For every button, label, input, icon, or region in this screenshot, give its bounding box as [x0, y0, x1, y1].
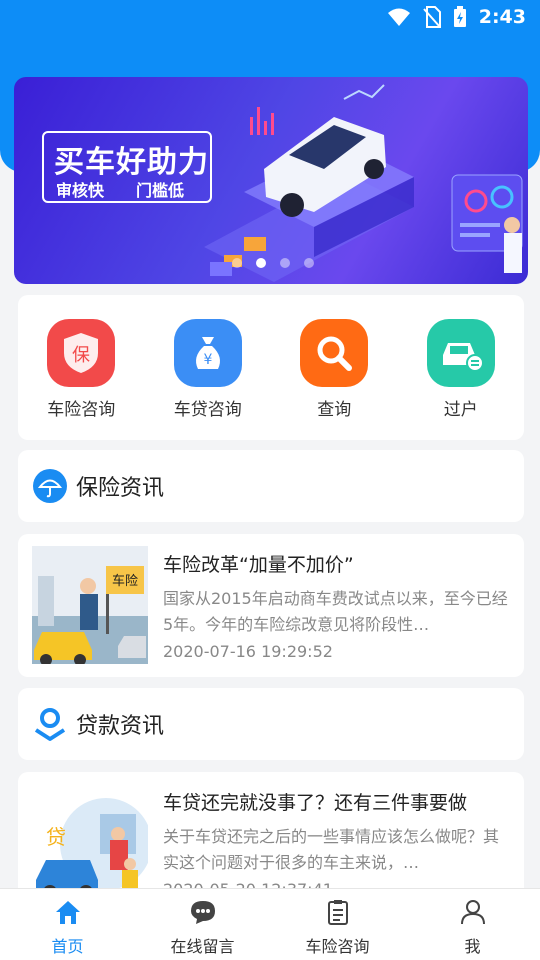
no-sim-icon: [422, 6, 441, 28]
banner-headline: 买车好助力: [54, 145, 209, 180]
news-headline: 车险改革“加量不加价”: [163, 554, 354, 576]
carousel-dot[interactable]: [232, 258, 242, 268]
thumb-sign-text: 贷: [46, 825, 66, 849]
service-loan[interactable]: ¥ 车贷咨询: [145, 295, 272, 440]
news-summary: 关于车贷还完之后的一些事情应该怎么做呢？其实这个问题对于很多的车主来说，…: [163, 827, 500, 872]
umbrella-icon: [33, 469, 67, 503]
carousel-dot[interactable]: [304, 258, 314, 268]
service-label: 车险咨询: [47, 400, 116, 420]
svg-text:保: 保: [72, 345, 90, 366]
section-title: 贷款资讯: [76, 714, 165, 739]
person-icon: [460, 900, 485, 925]
banner-tag-left: 审核快: [56, 181, 105, 200]
bottom-tab-bar: 首页 在线留言 车险咨询 我: [0, 888, 540, 960]
news-summary: 国家从2015年启动商车费改试点以来，至今已经5年。今年的车险综改意见将阶段性…: [163, 589, 508, 634]
tab-label: 首页: [51, 937, 84, 956]
service-label: 查询: [317, 400, 352, 420]
insurance-shield-icon: 保: [47, 319, 116, 387]
service-label: 过户: [443, 400, 478, 420]
home-icon: [55, 901, 80, 924]
tab-label: 在线留言: [170, 937, 235, 956]
news-item-insurance[interactable]: 车险 车险改革“加量不加价” 国家从2015年启动商车费改试点以来，至今已经5年…: [18, 534, 524, 677]
tab-insurance-consult[interactable]: 车险咨询: [270, 889, 405, 960]
promo-banner[interactable]: 买车好助力 审核快 门槛低: [14, 77, 528, 284]
service-query[interactable]: 查询: [271, 295, 398, 440]
car-transfer-icon: [426, 319, 495, 387]
tab-online-message[interactable]: 在线留言: [135, 889, 270, 960]
thumb-sign-text: 车险: [112, 573, 138, 589]
service-grid: 保 车险咨询 ¥ 车贷咨询 查询 过户: [18, 295, 524, 440]
chat-bubble-icon: [190, 901, 215, 924]
news-headline: 车贷还完就没事了？还有三件事要做: [163, 792, 468, 814]
service-label: 车贷咨询: [173, 400, 242, 420]
battery-icon: [453, 6, 466, 27]
news-thumbnail: 车险: [32, 546, 148, 664]
search-icon: [300, 319, 369, 387]
insurance-section-header[interactable]: 保险资讯: [18, 450, 524, 522]
news-date: 2020-07-16 19:29:52: [163, 642, 333, 661]
tab-label: 我: [464, 937, 481, 956]
loan-section-header[interactable]: 贷款资讯: [18, 688, 524, 760]
wifi-icon: [387, 8, 410, 26]
status-time: 2:43: [478, 6, 526, 28]
news-thumbnail: 贷: [32, 784, 148, 902]
banner-badge: 买车好助力 审核快 门槛低: [42, 131, 212, 203]
carousel-dots[interactable]: [232, 258, 314, 268]
tab-home[interactable]: 首页: [0, 889, 135, 960]
section-title: 保险资讯: [76, 476, 165, 501]
service-insurance[interactable]: 保 车险咨询: [18, 295, 145, 440]
banner-tag-right: 门槛低: [136, 181, 185, 200]
clipboard-icon: [327, 900, 348, 925]
service-transfer[interactable]: 过户: [398, 295, 525, 440]
money-bag-icon: ¥: [173, 319, 242, 387]
location-pin-icon: [34, 708, 66, 741]
status-bar: 2:43: [0, 0, 540, 36]
tab-label: 车险咨询: [305, 937, 370, 956]
tab-me[interactable]: 我: [405, 889, 540, 960]
carousel-dot[interactable]: [280, 258, 290, 268]
carousel-dot-active[interactable]: [256, 258, 266, 268]
svg-text:¥: ¥: [203, 352, 212, 368]
